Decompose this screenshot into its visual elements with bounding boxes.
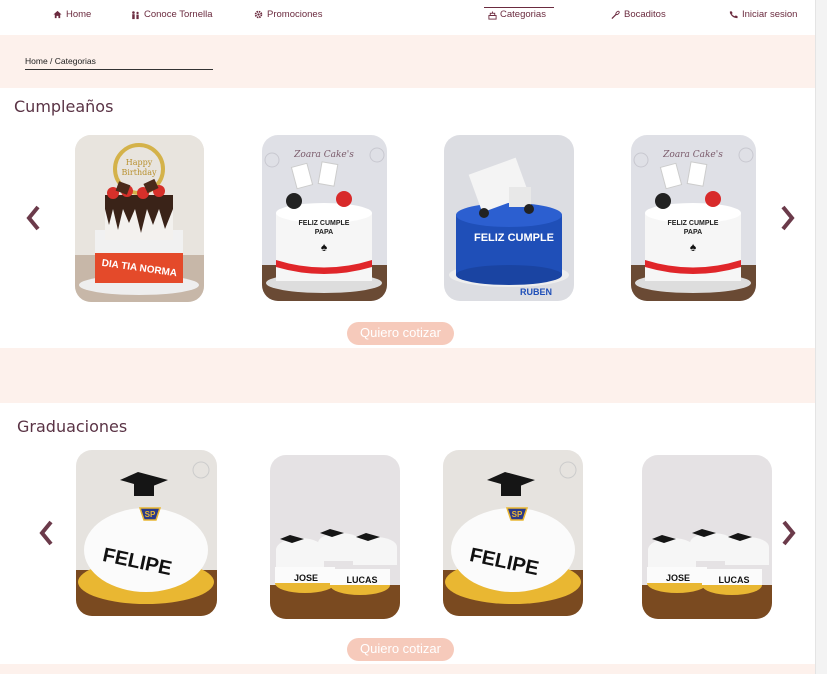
- nav-promociones-label: Promociones: [267, 9, 323, 20]
- quote-button-graduaciones[interactable]: Quiero cotizar: [347, 638, 454, 661]
- cake-card-poker-2[interactable]: Zoara Cake's FELIZ CUMPLE PAPA ♠: [631, 135, 756, 301]
- carousel-prev-arrow[interactable]: [25, 204, 43, 232]
- cake-card-graduation-felipe-2[interactable]: SP FELIPE: [443, 450, 583, 616]
- breadcrumb[interactable]: Home / Categorias: [25, 56, 213, 70]
- svg-text:JOSE: JOSE: [666, 573, 690, 583]
- gear-icon: [254, 10, 263, 19]
- chevron-left-icon: [39, 520, 53, 546]
- people-icon: [131, 10, 140, 19]
- nav-categorias[interactable]: Categorias: [484, 7, 554, 20]
- nav-conoce-tornella-label: Conoce Tornella: [144, 9, 213, 20]
- svg-text:FELIZ CUMPLE: FELIZ CUMPLE: [299, 220, 350, 227]
- phone-icon: [729, 10, 738, 19]
- nav-conoce-tornella[interactable]: Conoce Tornella: [131, 9, 212, 20]
- graduation-cake-felipe-image: SP FELIPE: [76, 450, 217, 616]
- chevron-right-icon: [782, 520, 796, 546]
- nav-bocaditos-label: Bocaditos: [624, 9, 666, 20]
- nav-iniciar-sesion[interactable]: Iniciar sesion: [729, 9, 797, 20]
- cake-card-poker[interactable]: Zoara Cake's FELIZ CUMPLE PAPA ♠: [262, 135, 387, 301]
- quote-button-cumpleanos[interactable]: Quiero cotizar: [347, 322, 454, 345]
- section-title-graduaciones: Graduaciones: [17, 417, 128, 436]
- cake-card-graduation-cupcakes[interactable]: JOSE LUCAS: [270, 455, 400, 619]
- section-title-cumpleanos: Cumpleaños: [14, 97, 114, 116]
- nav-iniciar-sesion-label: Iniciar sesion: [742, 9, 798, 20]
- svg-text:PAPA: PAPA: [684, 229, 702, 236]
- nav-home-label: Home: [66, 9, 92, 20]
- nav-categorias-label: Categorias: [500, 9, 546, 20]
- nav-promociones[interactable]: Promociones: [254, 9, 322, 20]
- svg-text:JOSE: JOSE: [294, 573, 318, 583]
- poker-cake-image: Zoara Cake's FELIZ CUMPLE PAPA ♠: [262, 135, 387, 301]
- svg-text:Happy: Happy: [126, 158, 153, 167]
- svg-text:SP: SP: [512, 510, 523, 519]
- poker-cake-2-image: Zoara Cake's FELIZ CUMPLE PAPA ♠: [631, 135, 756, 301]
- nav-bocaditos[interactable]: Bocaditos: [611, 9, 666, 20]
- cake-card-graduation-felipe[interactable]: SP FELIPE: [76, 450, 217, 616]
- svg-text:♠: ♠: [690, 240, 697, 254]
- chocolate-drip-cake-image: Happy Birthday DIA TIA NORMA: [75, 135, 204, 302]
- svg-text:SP: SP: [145, 510, 156, 519]
- cake-icon: [488, 11, 497, 20]
- cake-card-chocolate-drip[interactable]: Happy Birthday DIA TIA NORMA: [75, 135, 204, 302]
- svg-text:LUCAS: LUCAS: [347, 575, 378, 585]
- svg-text:Zoara Cake's: Zoara Cake's: [293, 150, 354, 160]
- chevron-right-icon: [781, 205, 795, 231]
- svg-text:♠: ♠: [321, 240, 328, 254]
- whisk-icon: [611, 10, 620, 19]
- section-divider-band: [0, 348, 815, 403]
- scrollbar[interactable]: [815, 0, 827, 674]
- carousel-prev-arrow-graduaciones[interactable]: [38, 519, 56, 547]
- svg-text:Birthday: Birthday: [121, 168, 157, 177]
- home-icon: [53, 10, 62, 19]
- bottom-band: [0, 664, 815, 674]
- graduation-cupcakes-2-image: JOSE LUCAS: [642, 455, 772, 619]
- carousel-next-arrow[interactable]: [778, 204, 796, 232]
- truck-cake-image: FELIZ CUMPLE RUBEN: [444, 135, 574, 301]
- graduation-cupcakes-image: JOSE LUCAS: [270, 455, 400, 619]
- svg-text:RUBEN: RUBEN: [520, 287, 552, 297]
- carousel-next-arrow-graduaciones[interactable]: [779, 519, 797, 547]
- top-navigation: Home Conoce Tornella Promociones Categor…: [0, 0, 815, 34]
- svg-text:Zoara Cake's: Zoara Cake's: [662, 150, 723, 160]
- nav-home[interactable]: Home: [53, 9, 91, 20]
- svg-text:PAPA: PAPA: [315, 229, 333, 236]
- cake-card-graduation-cupcakes-2[interactable]: JOSE LUCAS: [642, 455, 772, 619]
- graduation-cake-felipe-2-image: SP FELIPE: [443, 450, 583, 616]
- chevron-left-icon: [26, 205, 40, 231]
- svg-text:FELIZ CUMPLE: FELIZ CUMPLE: [668, 220, 719, 227]
- cake-card-truck[interactable]: FELIZ CUMPLE RUBEN: [444, 135, 574, 301]
- svg-text:LUCAS: LUCAS: [719, 575, 750, 585]
- svg-text:FELIZ CUMPLE: FELIZ CUMPLE: [474, 232, 554, 244]
